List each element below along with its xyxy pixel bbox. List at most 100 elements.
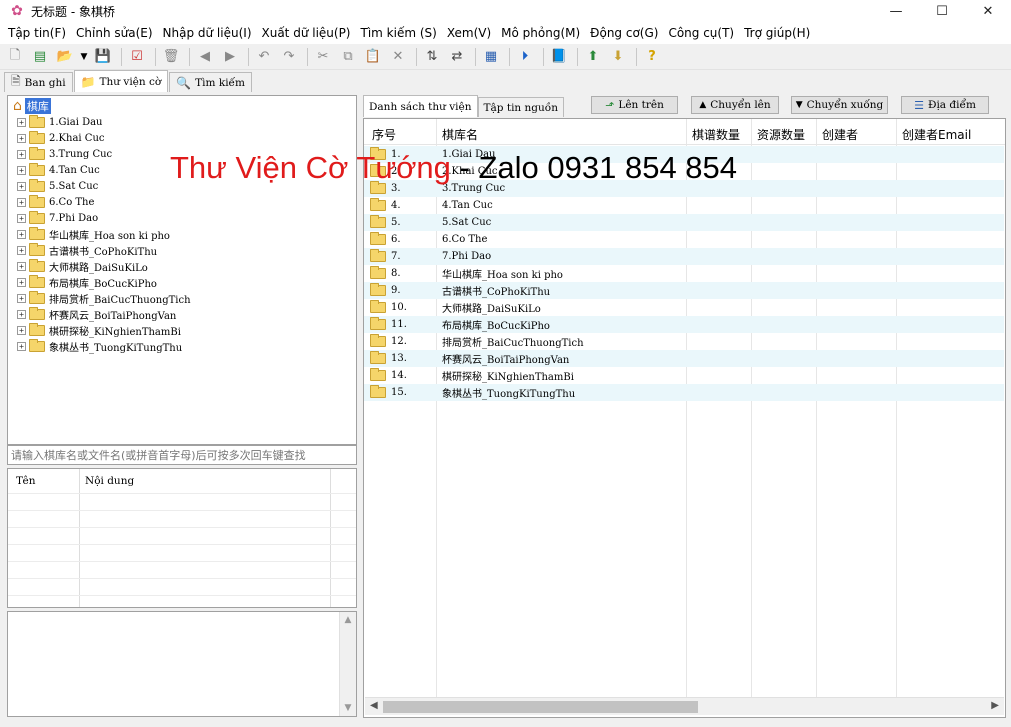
table-row[interactable]: 12. 排局赏析_BaiCucThuongTich (364, 333, 1004, 350)
tab-library[interactable]: 📁 Thư viện cờ (73, 70, 169, 92)
table-row[interactable]: 13. 杯赛风云_BoiTaiPhongVan (364, 350, 1004, 367)
tab-source-files[interactable]: Tập tin nguồn (477, 97, 564, 117)
forward-icon[interactable]: ▶ (219, 46, 241, 68)
cut-icon[interactable]: ✂ (312, 46, 334, 68)
expand-icon[interactable]: + (17, 149, 26, 159)
expand-icon[interactable]: + (17, 165, 26, 175)
tree-item[interactable]: + 布局棋库_BoCucKiPho (17, 274, 157, 290)
menu-export[interactable]: Xuất dữ liệu(P) (257, 26, 356, 40)
copy-icon[interactable]: ⧉ (337, 46, 359, 68)
maximize-button[interactable]: ☐ (919, 0, 965, 22)
expand-icon[interactable]: + (17, 245, 26, 255)
save-icon[interactable]: 💾 (92, 46, 114, 68)
tree-item[interactable]: + 杯赛风云_BoiTaiPhongVan (17, 306, 176, 322)
menu-import[interactable]: Nhập dữ liệu(I) (158, 26, 257, 40)
tree-item[interactable]: + 排局赏析_BaiCucThuongTich (17, 290, 191, 306)
expand-icon[interactable]: + (17, 341, 26, 351)
expand-icon[interactable]: + (17, 277, 26, 287)
table-row[interactable]: 4. 4.Tan Cuc (364, 197, 1004, 214)
col-header-resource-count[interactable]: 资源数量 (757, 126, 805, 143)
col-header-index[interactable]: 序号 (372, 126, 396, 143)
table-row[interactable]: 5. 5.Sat Cuc (364, 214, 1004, 231)
tree-item[interactable]: +7.Phi Dao (17, 210, 98, 226)
menu-tools[interactable]: Công cụ(T) (663, 26, 739, 40)
scroll-down-icon[interactable]: ▼ (340, 703, 356, 713)
open-database-icon[interactable]: ▤ (29, 46, 51, 68)
tree-item[interactable]: +6.Co The (17, 194, 94, 210)
expand-icon[interactable]: + (17, 229, 26, 239)
notes-scrollbar[interactable]: ▲ ▼ (339, 612, 356, 716)
table-row[interactable]: 7. 7.Phi Dao (364, 248, 1004, 265)
tree-item[interactable]: + 棋研探秘_KiNghienThamBi (17, 322, 181, 338)
expand-icon[interactable]: + (17, 261, 26, 271)
book-icon[interactable]: 📘 (548, 46, 570, 68)
minimize-button[interactable]: — (873, 0, 919, 22)
notes-textarea[interactable]: ▲ ▼ (7, 611, 357, 717)
expand-icon[interactable]: + (17, 213, 26, 223)
expand-icon[interactable]: + (17, 181, 26, 191)
menu-view[interactable]: Xem(V) (442, 26, 496, 40)
move-up-button[interactable]: ▲ Chuyển lên (691, 96, 779, 114)
board-icon[interactable]: ▦ (480, 46, 502, 68)
scrollbar-thumb[interactable] (383, 701, 698, 713)
remove-icon[interactable]: ✕ (387, 46, 409, 68)
delete-icon[interactable]: 🗑 (160, 46, 182, 68)
move-down-button[interactable]: ▼ Chuyển xuống (791, 96, 888, 114)
check-document-icon[interactable]: ☑ (126, 46, 148, 68)
undo-icon[interactable]: ↶ (253, 46, 275, 68)
expand-icon[interactable]: + (17, 133, 26, 143)
scroll-right-icon[interactable]: ▶ (991, 700, 999, 711)
go-up-button[interactable]: ⬏ Lên trên (591, 96, 678, 114)
menu-edit[interactable]: Chỉnh sửa(E) (71, 26, 158, 40)
scroll-left-icon[interactable]: ◀ (370, 700, 378, 711)
expand-icon[interactable]: + (17, 197, 26, 207)
col-header-name[interactable]: 棋库名 (442, 126, 478, 143)
tree-item[interactable]: + 象棋丛书_TuongKiTungThu (17, 338, 182, 354)
table-row[interactable]: 8. 华山棋库_Hoa son ki pho (364, 265, 1004, 282)
library-tree[interactable]: ⌂ 棋库 +1.Giai Dau +2.Khai Cuc +3.Trung Cuc +… (7, 95, 357, 445)
close-button[interactable]: ✕ (965, 0, 1011, 22)
help-icon[interactable]: ? (641, 46, 663, 68)
import-icon[interactable]: ⬇ (607, 46, 629, 68)
tree-item[interactable]: +3.Trung Cuc (17, 146, 112, 162)
export-icon[interactable]: ⬆ (582, 46, 604, 68)
library-search-input[interactable] (7, 445, 357, 465)
tree-item[interactable]: +2.Khai Cuc (17, 130, 104, 146)
tree-item[interactable]: + 华山棋库_Hoa son ki pho (17, 226, 170, 242)
expand-icon[interactable]: + (17, 293, 26, 303)
open-folder-icon[interactable]: 📂 (54, 46, 76, 68)
table-row[interactable]: 10. 大师棋路_DaiSuKiLo (364, 299, 1004, 316)
menu-simulate[interactable]: Mô phỏng(M) (496, 26, 585, 40)
menu-help[interactable]: Trợ giúp(H) (739, 26, 815, 40)
expand-icon[interactable]: + (17, 309, 26, 319)
table-row[interactable]: 14. 棋研探秘_KiNghienThamBi (364, 367, 1004, 384)
scroll-up-icon[interactable]: ▲ (340, 615, 356, 625)
expand-icon[interactable]: + (17, 325, 26, 335)
col-header-creator-email[interactable]: 创建者Email (902, 126, 971, 143)
table-row[interactable]: 11. 布局棋库_BoCucKiPho (364, 316, 1004, 333)
tab-library-list[interactable]: Danh sách thư viện (363, 95, 478, 117)
tree-item[interactable]: + 大师棋路_DaiSuKiLo (17, 258, 148, 274)
menu-search[interactable]: Tìm kiếm (S) (356, 26, 442, 40)
tree-item[interactable]: + 古谱棋书_CoPhoKiThu (17, 242, 157, 258)
table-row[interactable]: 6. 6.Co The (364, 231, 1004, 248)
menu-file[interactable]: Tập tin(F) (3, 26, 71, 40)
tab-search[interactable]: 🔍 Tìm kiếm (169, 72, 252, 92)
menu-engine[interactable]: Động cơ(G) (585, 26, 663, 40)
tree-root[interactable]: ⌂ 棋库 (13, 98, 51, 114)
tree-item[interactable]: +1.Giai Dau (17, 114, 103, 130)
table-row[interactable]: 9. 古谱棋书_CoPhoKiThu (364, 282, 1004, 299)
col-header-game-count[interactable]: 棋谱数量 (692, 126, 740, 143)
sort-icon[interactable]: ⇅ (421, 46, 443, 68)
location-button[interactable]: ☰ Địa điểm (901, 96, 989, 114)
new-file-icon[interactable]: 🗋 (4, 46, 26, 68)
back-icon[interactable]: ◀ (194, 46, 216, 68)
library-grid[interactable]: 序号 棋库名 棋谱数量 资源数量 创建者 创建者Email 1. 1.Giai D… (363, 118, 1006, 718)
paste-icon[interactable]: 📋 (362, 46, 384, 68)
col-header-creator[interactable]: 创建者 (822, 126, 858, 143)
grid-horizontal-scrollbar[interactable]: ◀ ▶ (365, 697, 1004, 715)
play-icon[interactable]: ⏵ (514, 46, 536, 68)
expand-icon[interactable]: + (17, 117, 26, 127)
tree-item[interactable]: +5.Sat Cuc (17, 178, 98, 194)
tree-item[interactable]: +4.Tan Cuc (17, 162, 100, 178)
